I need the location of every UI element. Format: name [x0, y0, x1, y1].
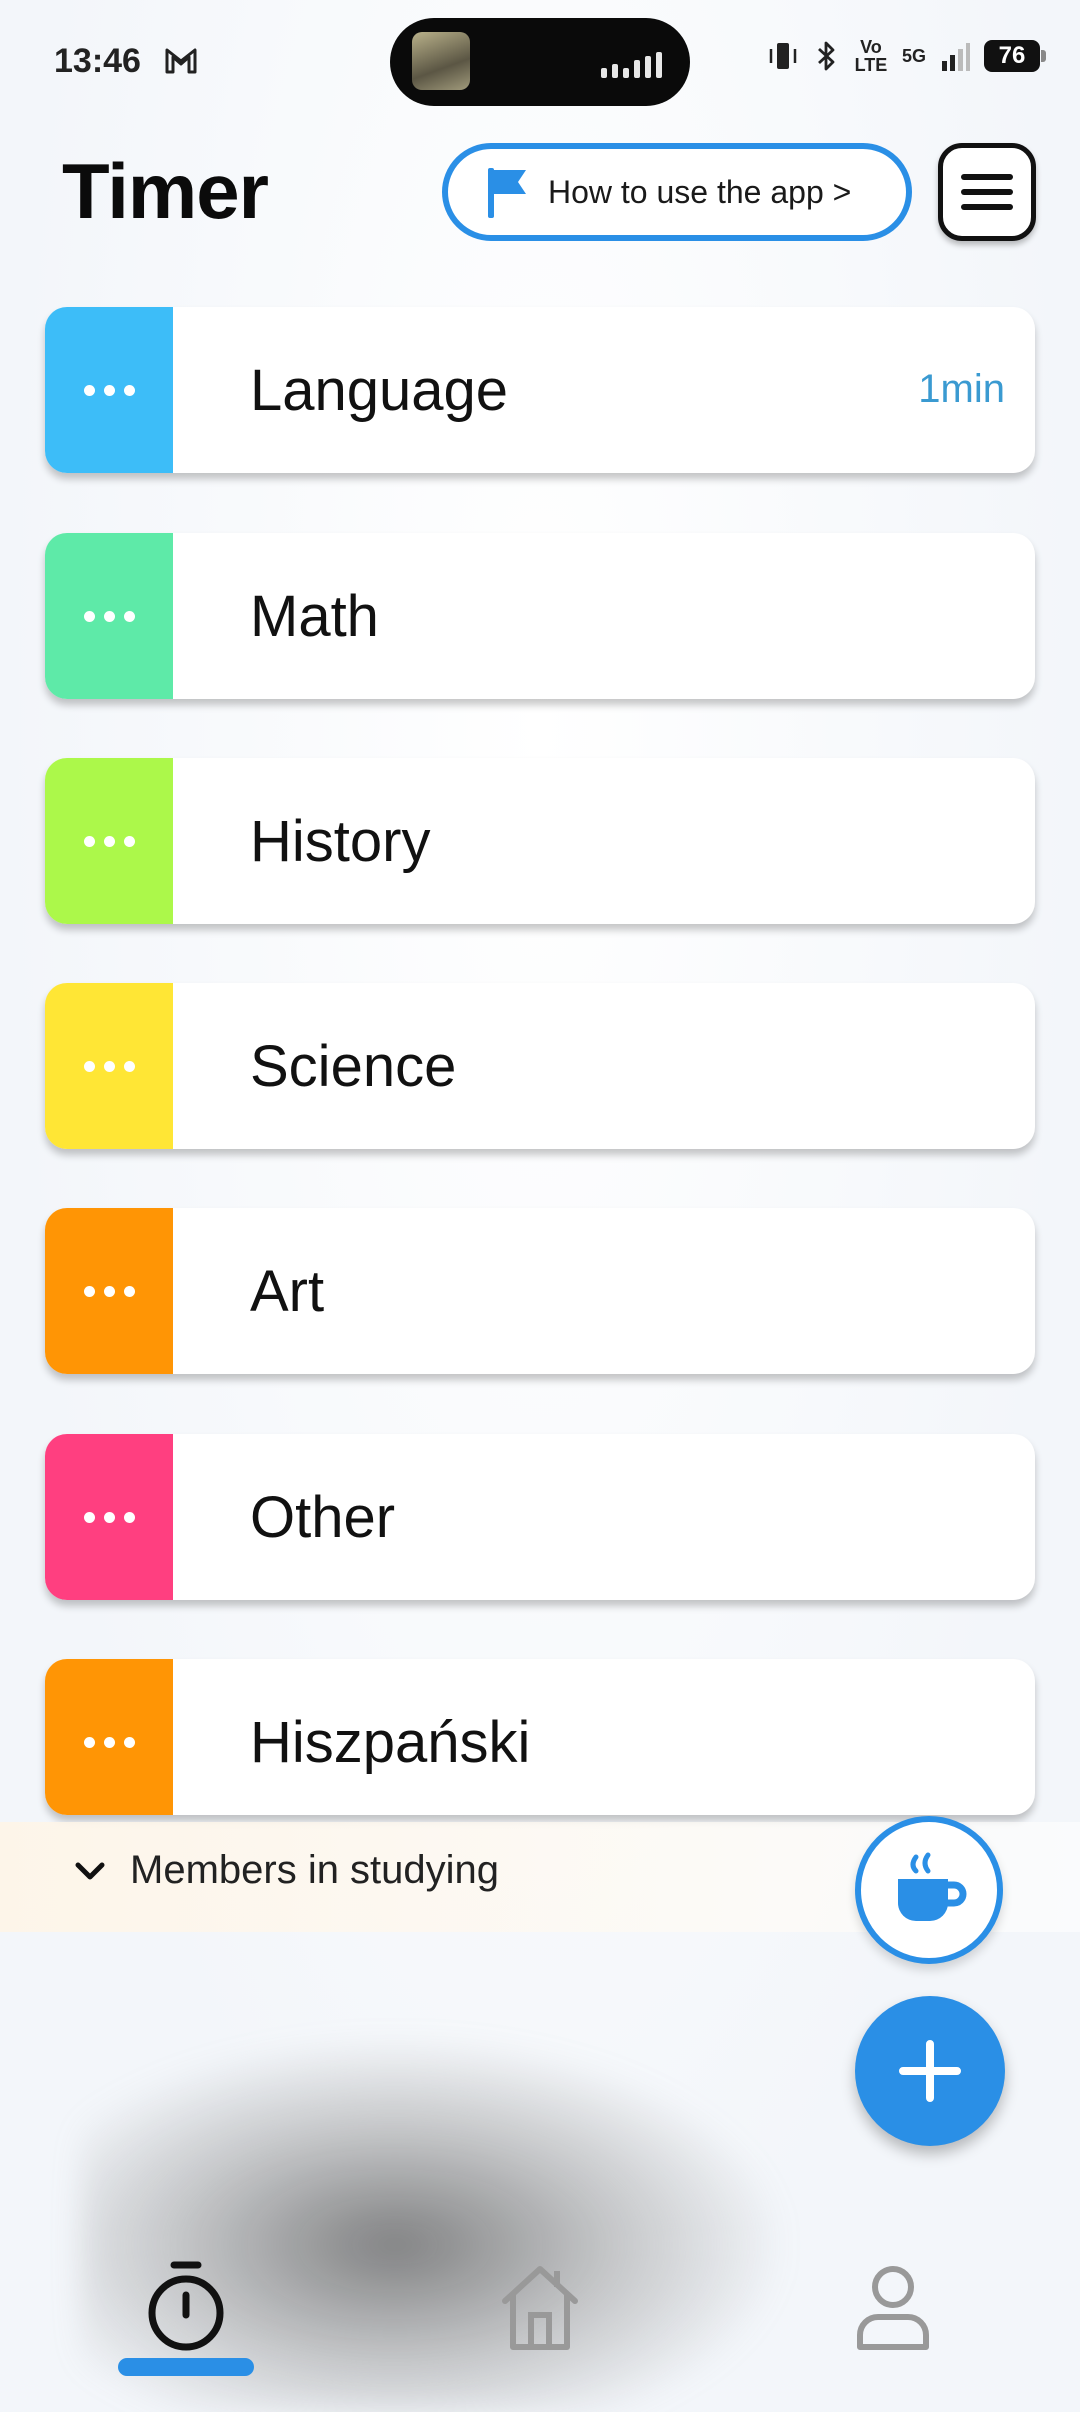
app-screen: 13:46 Vo LTE 5G 76 Timer How to use the … [0, 0, 1080, 2412]
chevron-down-icon [75, 1862, 105, 1879]
page-title: Timer [62, 147, 269, 235]
subject-options-button[interactable] [45, 1434, 173, 1600]
dynamic-island[interactable] [390, 18, 690, 106]
nav-profile[interactable] [823, 2252, 963, 2362]
subject-options-button[interactable] [45, 1659, 173, 1815]
subject-name: History [250, 809, 431, 874]
subject-name: Math [250, 584, 379, 649]
subject-options-button[interactable] [45, 983, 173, 1149]
coffee-cup-icon [898, 1852, 967, 1921]
audio-visualizer-icon [601, 52, 662, 78]
subject-options-button[interactable] [45, 533, 173, 699]
nav-timer[interactable] [116, 2252, 256, 2362]
break-button[interactable] [855, 1816, 1003, 1964]
subject-card[interactable]: Science [45, 983, 1035, 1149]
signal-icon [942, 43, 970, 71]
battery-indicator: 76 [984, 40, 1046, 72]
subject-name: Other [250, 1485, 396, 1550]
subject-time: 1min [918, 367, 1005, 411]
members-toggle[interactable]: Members in studying [70, 1848, 499, 1893]
volte-label: Vo LTE [854, 37, 888, 75]
status-bar: 13:46 Vo LTE 5G 76 [0, 0, 1080, 120]
subject-options-button[interactable] [45, 307, 173, 473]
subject-card[interactable]: Language 1min [45, 307, 1035, 473]
plus-icon [899, 2040, 961, 2102]
flag-icon [488, 168, 526, 218]
subject-options-button[interactable] [45, 1208, 173, 1374]
subject-name: Hiszpański [250, 1710, 531, 1775]
timer-icon [148, 2261, 224, 2351]
subject-name: Language [250, 358, 509, 423]
active-tab-indicator [118, 2358, 254, 2376]
profile-icon [857, 2266, 929, 2350]
subject-card[interactable]: Art [45, 1208, 1035, 1374]
subject-card[interactable]: Other [45, 1434, 1035, 1600]
menu-button[interactable] [938, 143, 1036, 241]
menu-icon [961, 174, 1013, 180]
add-subject-button[interactable] [855, 1996, 1005, 2146]
status-time: 13:46 [54, 42, 141, 80]
subject-name: Science [250, 1034, 457, 1099]
how-to-use-label: How to use the app > [548, 173, 852, 210]
subject-name: Art [250, 1259, 325, 1324]
subject-card[interactable]: Hiszpański [45, 1659, 1035, 1815]
members-label: Members in studying [130, 1848, 500, 1892]
network-label: 5G [901, 45, 926, 66]
media-thumbnail [412, 32, 470, 90]
how-to-use-button[interactable]: How to use the app > [442, 143, 912, 241]
subject-card[interactable]: Math [45, 533, 1035, 699]
nav-home[interactable] [470, 2252, 610, 2362]
bottom-navigation [0, 2230, 1080, 2412]
subject-card[interactable]: History [45, 758, 1035, 924]
vibrate-icon [769, 43, 797, 69]
bluetooth-icon [818, 41, 835, 71]
gmail-icon [165, 48, 197, 74]
subject-options-button[interactable] [45, 758, 173, 924]
home-icon [502, 2266, 578, 2350]
status-icons: Vo LTE 5G 76 [766, 37, 1046, 75]
